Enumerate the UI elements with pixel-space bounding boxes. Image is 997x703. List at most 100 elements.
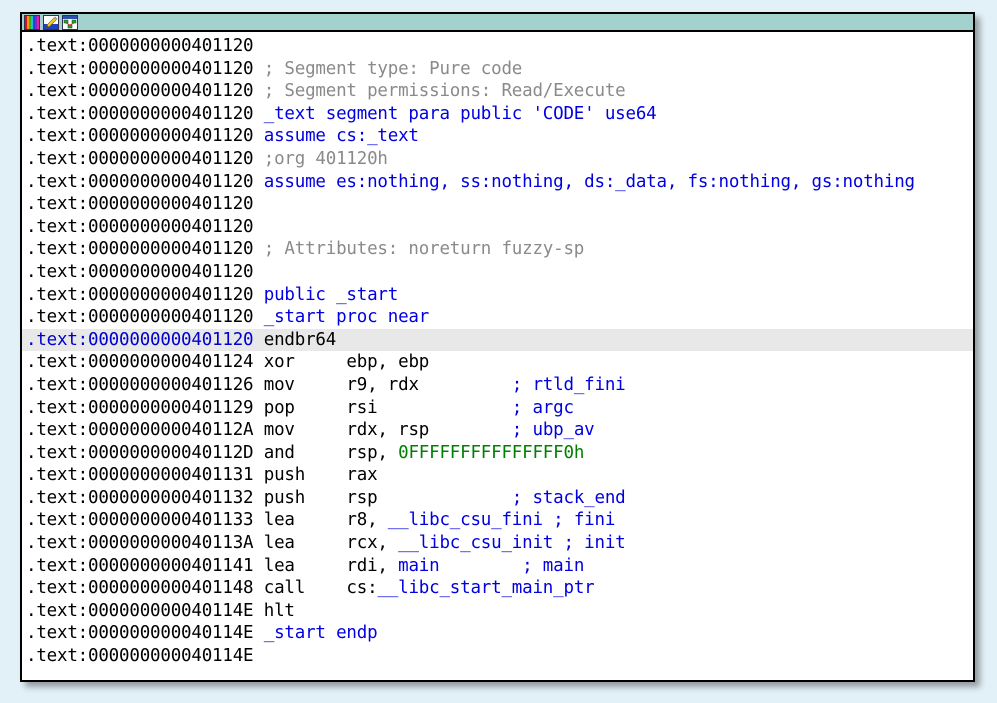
disassembly-line[interactable]: .text:0000000000401120 ; Segment permiss… bbox=[22, 80, 973, 103]
line-token-mnem: hlt bbox=[263, 600, 295, 621]
line-address: .text:0000000000401131 bbox=[26, 465, 254, 486]
line-address: .text:0000000000401120 bbox=[26, 148, 254, 169]
line-token-auto-cmt: ; stack_end bbox=[377, 487, 626, 508]
disassembly-line[interactable]: .text:0000000000401120 _text segment par… bbox=[22, 103, 973, 126]
line-token-mnem: call bbox=[263, 578, 306, 599]
line-address: .text:0000000000401124 bbox=[26, 352, 254, 373]
line-token-sym[interactable]: main bbox=[398, 556, 440, 576]
line-address: .text:0000000000401120 bbox=[26, 103, 254, 124]
disassembly-line[interactable]: .text:000000000040114E hlt bbox=[22, 600, 973, 623]
line-token-mnem: mov bbox=[263, 374, 295, 395]
line-address: .text:0000000000401120 bbox=[26, 261, 254, 282]
disassembly-line[interactable]: .text:0000000000401129 pop rsi ; argc bbox=[22, 397, 973, 420]
disassembly-line[interactable]: .text:0000000000401120 endbr64 bbox=[22, 328, 973, 352]
disassembly-line[interactable]: .text:0000000000401124 xor ebp, ebp bbox=[22, 351, 973, 374]
line-token-proc: _start proc near bbox=[263, 307, 430, 328]
line-token-mnem: push bbox=[263, 465, 306, 486]
disassembly-line[interactable]: .text:0000000000401120 bbox=[22, 35, 973, 58]
graph-chart-icon[interactable] bbox=[62, 14, 78, 30]
line-address: .text:000000000040114E bbox=[26, 600, 254, 621]
line-token-comment: ; Segment type: Pure code bbox=[263, 58, 523, 79]
line-token-op: rsi bbox=[294, 397, 378, 418]
line-address: .text:0000000000401120 bbox=[26, 36, 254, 56]
line-token-op: rcx, bbox=[294, 533, 399, 554]
line-token-num: 0FFFFFFFFFFFFFFF0h bbox=[398, 442, 585, 463]
disassembly-line[interactable]: .text:0000000000401126 mov r9, rdx ; rtl… bbox=[22, 374, 973, 397]
line-address: .text:000000000040113A bbox=[26, 533, 254, 554]
disassembly-line[interactable]: .text:0000000000401120 bbox=[22, 261, 973, 284]
line-address: .text:0000000000401132 bbox=[26, 487, 254, 508]
line-token-comment: ; Attributes: noreturn fuzzy-sp bbox=[263, 239, 585, 260]
disassembly-line[interactable]: .text:0000000000401133 lea r8, __libc_cs… bbox=[22, 509, 973, 532]
line-token-auto-cmt: ; fini bbox=[542, 510, 616, 531]
line-address: .text:0000000000401120 bbox=[26, 284, 254, 305]
line-address: .text:0000000000401133 bbox=[26, 510, 254, 531]
line-token-sym[interactable]: __libc_csu_fini bbox=[388, 510, 543, 530]
line-address: .text:0000000000401120 bbox=[26, 329, 254, 350]
line-token-seg-dir: public _start bbox=[263, 284, 399, 305]
line-address: .text:000000000040112D bbox=[26, 442, 254, 463]
disassembly-line[interactable]: .text:000000000040114E bbox=[22, 645, 973, 668]
line-token-mnem: mov bbox=[263, 420, 295, 441]
line-token-op: rsp bbox=[305, 487, 378, 508]
disassembly-line[interactable]: .text:0000000000401131 push rax bbox=[22, 464, 973, 487]
line-address: .text:0000000000401120 bbox=[26, 216, 254, 237]
line-token-auto-cmt: ; init bbox=[553, 533, 626, 554]
line-token-op: rdx, rsp bbox=[294, 420, 430, 441]
disassembly-line[interactable]: .text:0000000000401120 bbox=[22, 193, 973, 216]
disassembly-line[interactable]: .text:0000000000401120 ;org 401120h bbox=[22, 148, 973, 171]
line-token-seg-dir: _text segment para public 'CODE' use64 bbox=[263, 103, 657, 124]
disassembly-line[interactable]: .text:000000000040113A lea rcx, __libc_c… bbox=[22, 532, 973, 555]
disassembly-line[interactable]: .text:0000000000401120 bbox=[22, 216, 973, 239]
line-token-auto-cmt: ; rtld_fini bbox=[418, 374, 626, 395]
line-address: .text:000000000040114E bbox=[26, 623, 254, 644]
color-palette-icon[interactable] bbox=[24, 14, 40, 30]
line-token-mnem: lea bbox=[263, 533, 295, 554]
disassembly-line[interactable]: .text:0000000000401120 assume cs:_text bbox=[22, 125, 973, 148]
disassembly-listing[interactable]: .text:0000000000401120 .text:000000000040… bbox=[22, 32, 973, 680]
line-token-sym[interactable]: __libc_start_main_ptr bbox=[377, 578, 594, 598]
line-token-op: r9, rdx bbox=[294, 374, 419, 395]
disassembly-line[interactable]: .text:0000000000401120 ; Attributes: nor… bbox=[22, 238, 973, 261]
line-token-mnem: lea bbox=[263, 555, 295, 576]
disassembly-line[interactable]: .text:000000000040114E _start endp bbox=[22, 622, 973, 645]
disassembly-line[interactable]: .text:0000000000401141 lea rdi, main ; m… bbox=[22, 555, 973, 578]
window-titlebar[interactable] bbox=[22, 14, 973, 32]
line-token-mnem: lea bbox=[263, 510, 295, 531]
line-address: .text:0000000000401120 bbox=[26, 126, 254, 147]
line-token-op: rdi, bbox=[294, 555, 399, 576]
disassembly-line[interactable]: .text:0000000000401120 public _start bbox=[22, 284, 973, 307]
disassembly-line[interactable]: .text:0000000000401120 _start proc near bbox=[22, 306, 973, 329]
disassembly-line[interactable]: .text:0000000000401148 call cs:__libc_st… bbox=[22, 577, 973, 600]
line-address: .text:000000000040114E bbox=[26, 646, 254, 667]
line-token-seg-dir: assume es:nothing, ss:nothing, ds:_data,… bbox=[263, 171, 915, 192]
line-token-seg-dir: assume cs:_text bbox=[263, 126, 419, 147]
disassembly-line[interactable]: .text:000000000040112D and rsp, 0FFFFFFF… bbox=[22, 442, 973, 465]
line-token-sym[interactable]: __libc_csu_init bbox=[398, 533, 553, 553]
disassembly-line[interactable]: .text:0000000000401120 assume es:nothing… bbox=[22, 171, 973, 194]
line-token-op: rax bbox=[305, 465, 378, 486]
disassembly-line[interactable]: .text:0000000000401132 push rsp ; stack_… bbox=[22, 487, 973, 510]
line-address: .text:0000000000401141 bbox=[26, 555, 254, 576]
disassembly-line[interactable]: .text:000000000040112A mov rdx, rsp ; ub… bbox=[22, 419, 973, 442]
line-address: .text:0000000000401120 bbox=[26, 58, 254, 79]
pencil-edit-icon[interactable] bbox=[43, 14, 59, 30]
disassembly-line[interactable]: .text:0000000000401120 ; Segment type: P… bbox=[22, 58, 973, 81]
line-token-mnem: and bbox=[263, 442, 295, 463]
line-token-op: ebp, ebp bbox=[294, 352, 430, 373]
